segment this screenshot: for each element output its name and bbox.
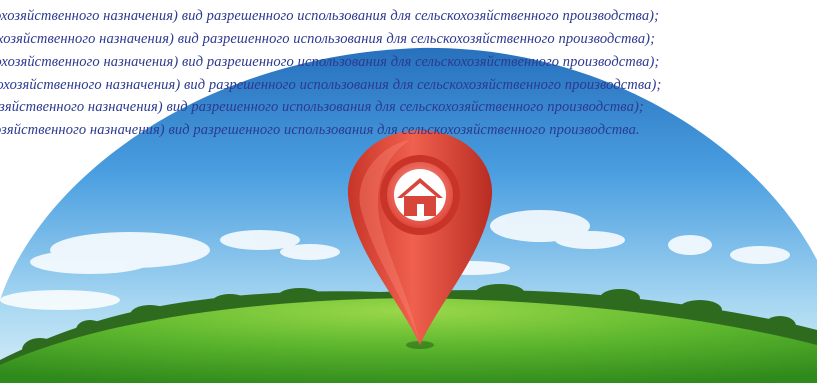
landscape-scene xyxy=(0,47,817,383)
